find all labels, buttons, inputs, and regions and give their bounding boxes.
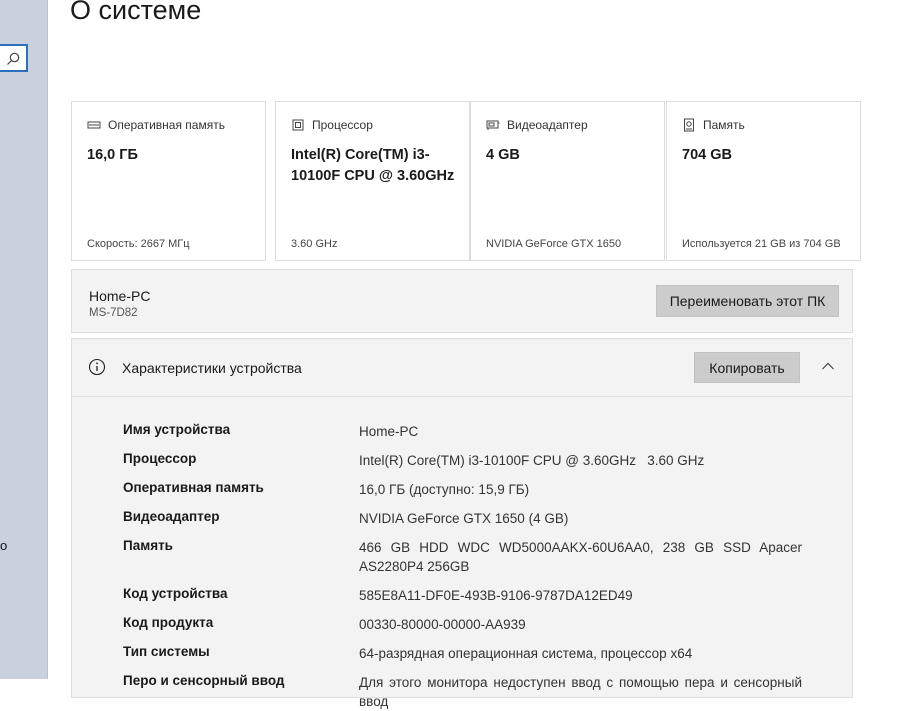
card-subtext: Скорость: 2667 МГц [87,238,190,250]
card-subtext: Используется 21 GB из 704 GB [682,238,841,250]
gpu-icon [486,120,500,130]
ram-icon [87,121,101,129]
card-value: 16,0 ГБ [87,147,138,163]
sidebar-item-label[interactable]: о [0,538,7,553]
summary-cards: Оперативная память 16,0 ГБ Скорость: 266… [71,101,861,262]
search-input[interactable] [0,44,28,72]
spec-key: Видеоадаптер [123,509,220,524]
spec-key: Код устройства [123,586,228,601]
card-label: Процессор [312,118,373,132]
spec-value: 64-разрядная операционная система, проце… [359,646,693,661]
spec-key: Память [123,538,173,553]
pc-name: Home-PC [89,288,151,304]
spec-value: Intel(R) Core(TM) i3-10100F CPU @ 3.60GH… [359,453,705,468]
navigation-sidebar: о [0,0,48,679]
copy-button[interactable]: Копировать [694,352,800,383]
card-value: 704 GB [682,147,732,163]
device-specs-panel: Характеристики устройства Копировать Имя… [71,338,853,709]
spec-value: Home-PC [359,424,419,439]
spec-value: 466 GB HDD WDC WD5000AAKX-60U6AA0, 238 G… [359,540,802,574]
spec-value: NVIDIA GeForce GTX 1650 (4 GB) [359,511,569,526]
card-cpu: Процессор Intel(R) Core(TM) i3-10100F CP… [275,101,470,261]
search-icon[interactable] [5,51,21,67]
spec-key: Оперативная память [123,480,264,495]
pc-model: MS-7D82 [89,307,138,319]
spec-key: Перо и сенсорный ввод [123,673,285,688]
page-title: О системе [70,0,202,25]
chevron-up-icon[interactable] [821,359,835,373]
spec-key: Тип системы [123,644,210,659]
spec-key: Код продукта [123,615,214,630]
spec-value: 585E8A11-DF0E-493B-9106-9787DA12ED49 [359,588,633,603]
spec-key: Процессор [123,451,197,466]
card-label: Память [703,118,745,132]
storage-icon [684,118,694,132]
card-label: Видеоадаптер [507,118,588,132]
spec-key: Имя устройства [123,422,231,437]
spec-value: 16,0 ГБ (доступно: 15,9 ГБ) [359,482,530,497]
rename-pc-button[interactable]: Переименовать этот ПК [656,285,839,317]
card-subtext: NVIDIA GeForce GTX 1650 [486,238,622,250]
card-storage: Память 704 GB Используется 21 GB из 704 … [666,101,861,261]
spec-value: 00330-80000-00000-AA939 [359,617,526,632]
card-ram: Оперативная память 16,0 ГБ Скорость: 266… [71,101,266,261]
card-gpu: Видеоадаптер 4 GB NVIDIA GeForce GTX 165… [470,101,665,261]
pc-name-panel: Home-PC MS-7D82 Переименовать этот ПК [71,269,853,333]
card-value: Intel(R) Core(TM) i3-10100F CPU @ 3.60GH… [291,147,455,184]
device-specs-title: Характеристики устройства [122,360,302,376]
device-specs-header[interactable]: Характеристики устройства Копировать [72,339,852,397]
card-subtext: 3.60 GHz [291,238,338,250]
card-label: Оперативная память [108,118,225,132]
card-value: 4 GB [486,147,520,163]
info-icon [88,358,106,376]
cpu-icon [292,119,304,131]
